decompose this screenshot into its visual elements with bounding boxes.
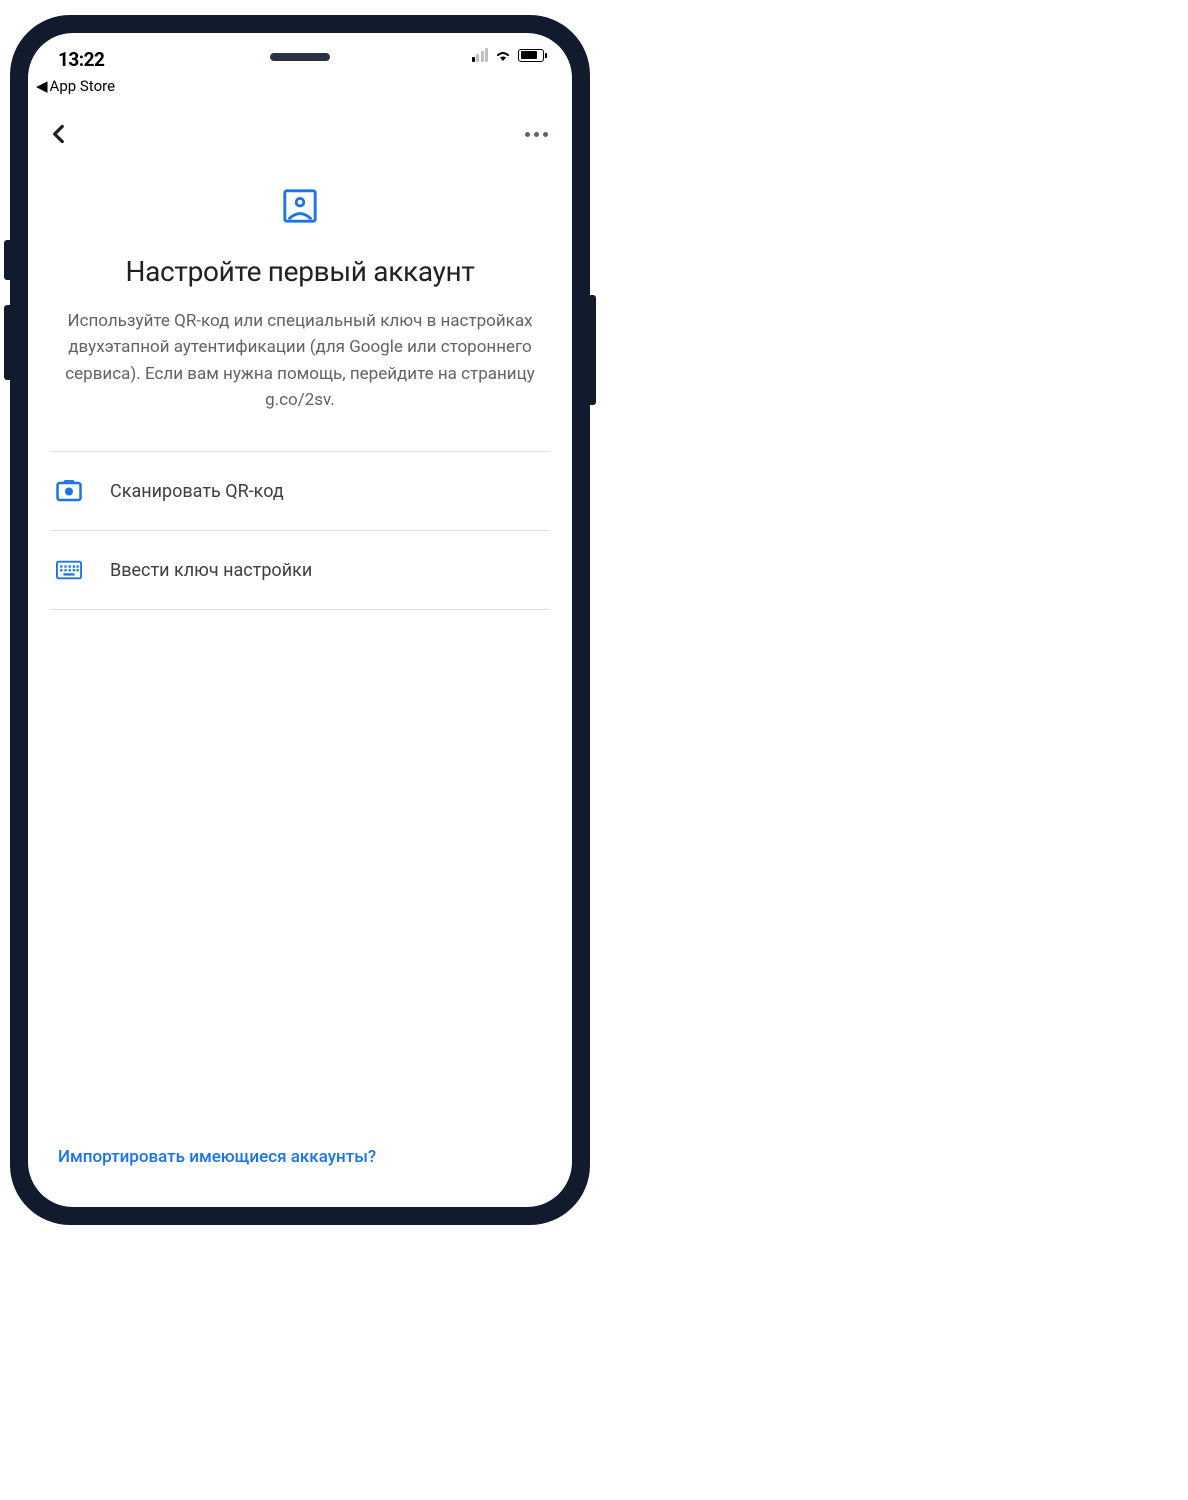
phone-notch	[270, 53, 330, 61]
enter-key-option[interactable]: Ввести ключ настройки	[50, 530, 550, 610]
account-box-icon	[281, 187, 319, 225]
option-label: Сканировать QR-код	[110, 481, 284, 502]
status-icons	[472, 48, 548, 62]
side-button	[4, 305, 10, 380]
footer: Импортировать имеющиеся аккаунты?	[28, 1147, 572, 1207]
dots-horizontal-icon	[525, 132, 530, 137]
back-triangle-icon: ◀	[36, 77, 48, 95]
battery-icon	[518, 49, 547, 62]
keyboard-icon	[56, 557, 82, 583]
content-area: Настройте первый аккаунт Используйте QR-…	[28, 157, 572, 1147]
option-list: Сканировать QR-код	[50, 451, 550, 610]
status-time: 13:22	[58, 48, 104, 71]
page-description: Используйте QR-код или специальный ключ …	[50, 308, 550, 413]
back-to-app-label: App Store	[50, 77, 115, 95]
chevron-left-icon	[46, 121, 72, 147]
phone-frame: 13:22	[10, 15, 590, 1225]
import-accounts-link[interactable]: Импортировать имеющиеся аккаунты?	[58, 1147, 376, 1167]
nav-bar	[28, 103, 572, 157]
scan-qr-option[interactable]: Сканировать QR-код	[50, 451, 550, 530]
back-button[interactable]	[46, 121, 72, 147]
cellular-signal-icon	[472, 48, 489, 62]
side-button	[4, 240, 10, 280]
back-to-app-link[interactable]: ◀ App Store	[28, 75, 572, 103]
hero-icon-container	[50, 187, 550, 225]
wifi-icon	[494, 48, 512, 62]
option-label: Ввести ключ настройки	[110, 560, 312, 581]
screen: 13:22	[28, 33, 572, 1207]
camera-icon	[56, 478, 82, 504]
more-button[interactable]	[525, 132, 548, 137]
page-title: Настройте первый аккаунт	[50, 255, 550, 288]
side-button	[590, 295, 596, 405]
